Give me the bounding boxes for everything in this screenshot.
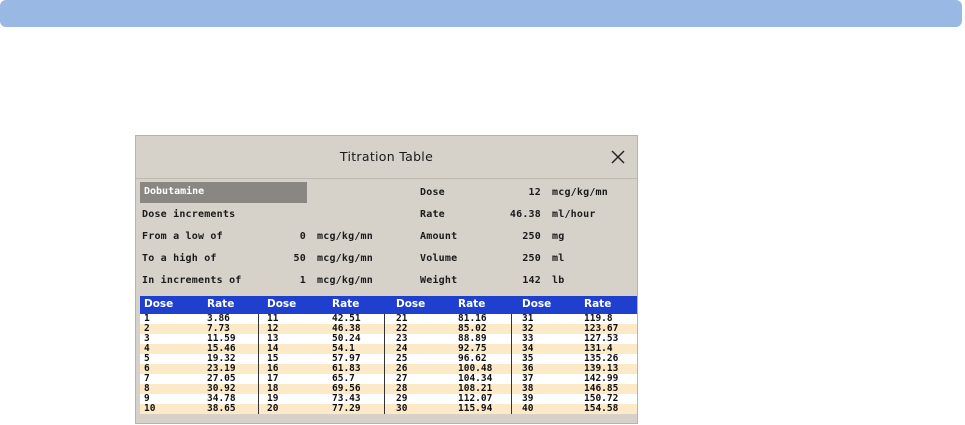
table-body: 1 3.86 11 42.51 21 81.16 31 119.8 2 7.73 12 46.38 22… [140,313,637,414]
rate-cell: 77.29 [332,403,361,414]
increments-of-label: In increments of [142,275,242,286]
dose-cell: 20 [267,403,279,414]
to-high-value[interactable]: 50 [276,253,306,264]
top-bar [0,0,962,27]
amount-unit: mg [552,231,565,242]
rate-label: Rate [420,209,445,220]
dose-cell: 30 [396,403,408,414]
header-rate-4: Rate [584,298,612,310]
amount-value[interactable]: 250 [493,231,541,242]
dose-label: Dose [420,187,445,198]
rate-unit: ml/hour [552,209,596,220]
weight-label: Weight [420,275,458,286]
dose-increments-label: Dose increments [142,209,236,220]
increments-of-unit: mcg/kg/mn [317,275,373,286]
weight-unit: lb [552,275,565,286]
header-rate-3: Rate [458,298,486,310]
titration-table-dialog: Titration Table Dobutamine Dose incremen… [135,135,638,424]
dose-cell: 10 [144,403,156,414]
from-low-value[interactable]: 0 [276,231,306,242]
weight-value[interactable]: 142 [493,275,541,286]
volume-label: Volume [420,253,458,264]
column-divider [384,314,385,414]
dose-cell: 40 [522,403,534,414]
rate-cell: 115.94 [458,403,493,414]
volume-unit: ml [552,253,565,264]
header-dose-1: Dose [144,298,174,310]
column-divider [258,314,259,414]
table-row: 10 38.65 20 77.29 30 115.94 40 154.58 [140,403,637,414]
table-header: Dose Rate Dose Rate Dose Rate Dose Rate [140,296,637,314]
from-low-label: From a low of [142,231,223,242]
rate-cell: 38.65 [207,403,236,414]
rate-value[interactable]: 46.38 [493,209,541,220]
header-rate-2: Rate [332,298,360,310]
close-button[interactable] [609,148,627,166]
amount-label: Amount [420,231,458,242]
titration-table: Dose Rate Dose Rate Dose Rate Dose Rate … [140,296,637,414]
dialog-title: Titration Table [339,149,434,164]
volume-value[interactable]: 250 [493,253,541,264]
from-low-unit: mcg/kg/mn [317,231,373,242]
to-high-unit: mcg/kg/mn [317,253,373,264]
increments-of-value[interactable]: 1 [276,275,306,286]
dose-value[interactable]: 12 [493,187,541,198]
close-icon [611,150,625,164]
dose-unit: mcg/kg/mn [552,187,608,198]
rate-cell: 154.58 [584,403,619,414]
to-high-label: To a high of [142,253,217,264]
column-divider [511,314,512,414]
title-separator [136,178,637,179]
header-dose-4: Dose [522,298,552,310]
header-dose-2: Dose [267,298,297,310]
drug-name: Dobutamine [144,186,205,197]
header-dose-3: Dose [396,298,426,310]
drug-name-field[interactable]: Dobutamine [140,182,307,203]
header-rate-1: Rate [207,298,235,310]
